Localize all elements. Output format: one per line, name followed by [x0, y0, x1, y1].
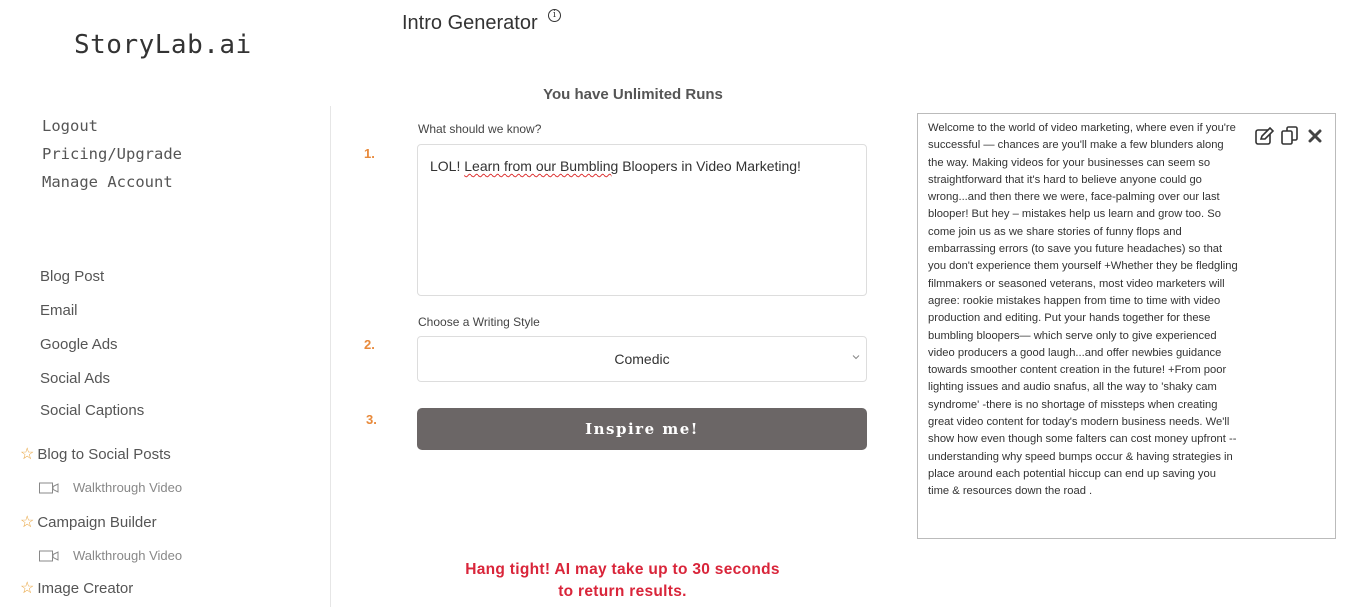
- wait-message-line: to return results.: [558, 583, 687, 600]
- edit-icon[interactable]: [1255, 126, 1275, 146]
- wait-message: Hang tight! AI may take up to 30 seconds…: [450, 559, 795, 603]
- sidebar-divider: [330, 106, 331, 607]
- copy-icon[interactable]: [1280, 126, 1300, 146]
- sidebar-item-google-ads[interactable]: Google Ads: [40, 336, 118, 353]
- info-icon[interactable]: i: [548, 9, 561, 22]
- logout-link[interactable]: Logout: [42, 117, 98, 135]
- sidebar-item-campaign-builder[interactable]: ☆ Campaign Builder: [20, 514, 157, 531]
- walkthrough-video-label: Walkthrough Video: [73, 548, 183, 563]
- video-camera-icon: [39, 550, 59, 561]
- chevron-down-icon: [852, 355, 860, 360]
- know-textarea[interactable]: LOL! Learn from our Bumbling Bloopers in…: [417, 144, 867, 296]
- output-actions: [1255, 126, 1325, 146]
- walkthrough-video-link[interactable]: Walkthrough Video: [39, 480, 182, 495]
- output-panel: Welcome to the world of video marketing,…: [917, 113, 1336, 539]
- step-number: 3.: [366, 412, 377, 427]
- star-icon: ☆: [20, 513, 35, 531]
- writing-style-select[interactable]: Comedic: [417, 336, 867, 382]
- walkthrough-video-link[interactable]: Walkthrough Video: [39, 548, 182, 563]
- sidebar-item-blog-post[interactable]: Blog Post: [40, 268, 104, 285]
- know-field-label: What should we know?: [418, 122, 542, 136]
- step-number: 1.: [364, 146, 375, 161]
- star-icon: ☆: [20, 445, 35, 463]
- manage-account-link[interactable]: Manage Account: [42, 173, 173, 191]
- writing-style-label: Choose a Writing Style: [418, 315, 540, 329]
- runs-status: You have Unlimited Runs: [543, 86, 723, 103]
- know-text-misspelled: Learn from our Bumbling: [464, 158, 619, 174]
- wait-message-line: Hang tight! AI may take up to 30 seconds: [465, 561, 780, 578]
- generated-intro-text[interactable]: Welcome to the world of video marketing,…: [928, 120, 1240, 501]
- sidebar-item-email[interactable]: Email: [40, 302, 78, 319]
- pricing-upgrade-link[interactable]: Pricing/Upgrade: [42, 145, 182, 163]
- logo[interactable]: StoryLab.ai: [74, 30, 252, 60]
- sidebar-item-label: Campaign Builder: [37, 514, 157, 531]
- step-number: 2.: [364, 337, 375, 352]
- walkthrough-video-label: Walkthrough Video: [73, 480, 183, 495]
- star-icon: ☆: [20, 579, 35, 597]
- know-text: Bloopers in Video Marketing!: [618, 158, 801, 174]
- sidebar-item-label: Blog to Social Posts: [37, 446, 171, 463]
- sidebar-item-blog-to-social-posts[interactable]: ☆ Blog to Social Posts: [20, 446, 171, 463]
- writing-style-value: Comedic: [614, 351, 670, 367]
- know-text: LOL!: [430, 158, 465, 174]
- close-icon[interactable]: [1305, 126, 1325, 146]
- inspire-me-button[interactable]: Inspire me!: [417, 408, 867, 450]
- video-camera-icon: [39, 482, 59, 493]
- sidebar-item-label: Image Creator: [37, 580, 134, 597]
- sidebar-item-image-creator[interactable]: ☆ Image Creator: [20, 580, 133, 597]
- sidebar-item-social-captions[interactable]: Social Captions: [40, 402, 144, 419]
- sidebar-item-social-ads[interactable]: Social Ads: [40, 370, 110, 387]
- page-title: Intro Generator: [402, 12, 538, 34]
